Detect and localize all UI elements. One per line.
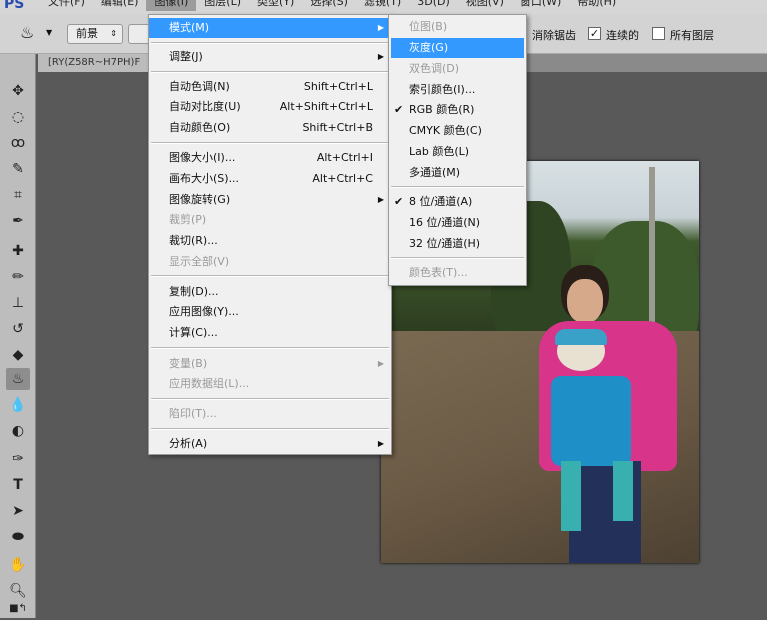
submenu-arrow-icon: ▶ [377, 52, 384, 61]
check-icon: ✔ [394, 195, 404, 208]
color-swap-icon[interactable]: ■↰ [6, 598, 30, 620]
ellipse-tool-icon[interactable]: ⬬ [6, 526, 30, 548]
baby-carrier [551, 376, 631, 466]
hand-tool-icon[interactable]: ✋ [6, 554, 30, 576]
submenu-arrow-icon: ▶ [377, 195, 384, 204]
menu-item-auto-contrast[interactable]: 自动对比度(U) Alt+Shift+Ctrl+L [149, 97, 391, 117]
path-select-tool-icon[interactable]: ➤ [6, 500, 30, 522]
move-tool-icon[interactable]: ✥ [6, 80, 30, 102]
menu-layer[interactable]: 图层(L) [196, 0, 249, 11]
pattern-picker[interactable] [128, 24, 150, 44]
menu-item-duplicate[interactable]: 复制(D)... [149, 282, 391, 302]
menu-select[interactable]: 选择(S) [302, 0, 356, 11]
menu-image[interactable]: 图像(I) [146, 0, 197, 11]
menu-file[interactable]: 文件(F) [40, 0, 93, 11]
mode-rgb-color[interactable]: ✔ RGB 颜色(R) [389, 100, 526, 120]
blur-tool-icon[interactable]: 💧 [6, 394, 30, 416]
menu-item-variables: 变量(B) ▶ [149, 354, 391, 374]
image-menu: 模式(M) ▶ 调整(J) ▶ 自动色调(N) Shift+Ctrl+L 自动对比度(… [148, 14, 392, 455]
menu-item-image-size[interactable]: 图像大小(I)... Alt+Ctrl+I [149, 148, 391, 168]
mode-lab-color[interactable]: Lab 颜色(L) [389, 142, 526, 162]
menu-item-image-rotation[interactable]: 图像旋转(G) ▶ [149, 190, 391, 210]
menu-item-calculations[interactable]: 计算(C)... [149, 323, 391, 343]
baby-leg [561, 461, 581, 531]
check-icon: ✔ [394, 103, 404, 116]
menu-item-auto-color[interactable]: 自动颜色(O) Shift+Ctrl+B [149, 118, 391, 138]
menu-view[interactable]: 视图(V) [458, 0, 512, 11]
mode-indexed-color[interactable]: 索引颜色(I)... [389, 80, 526, 100]
crop-tool-icon[interactable]: ⌗ [6, 184, 30, 206]
eyedropper-tool-icon[interactable]: ✒ [6, 210, 30, 232]
toolbox: ✥ ◌ ꝏ ✎ ⌗ ✒ ✚ ✏ ⊥ ↺ ◆ ♨ 💧 ◐ ✑ T ➤ ⬬ ✋ 🔍︎… [0, 54, 36, 618]
mode-multichannel[interactable]: 多通道(M) [389, 163, 526, 183]
menu-item-reveal-all: 显示全部(V) [169, 255, 230, 268]
brush-tool-icon[interactable]: ✏ [6, 266, 30, 288]
mode-color-table: 颜色表(T)... [409, 266, 468, 279]
mode-cmyk-color[interactable]: CMYK 颜色(C) [389, 121, 526, 141]
all-layers-checkbox[interactable] [652, 27, 665, 40]
pen-tool-icon[interactable]: ✑ [6, 448, 30, 470]
menu-item-apply-data-set: 应用数据组(L)... [169, 377, 250, 390]
contiguous-checkbox[interactable]: ✓ [588, 27, 601, 40]
baby-leg [613, 461, 633, 521]
menu-item-mode[interactable]: 模式(M) ▶ [149, 18, 391, 38]
all-layers-label: 所有图层 [670, 29, 714, 42]
menu-item-apply-image[interactable]: 应用图像(Y)... [149, 302, 391, 322]
submenu-arrow-icon: ▶ [377, 23, 384, 32]
paint-bucket-tool-icon[interactable]: ♨ [6, 368, 30, 390]
menu-item-canvas-size[interactable]: 画布大小(S)... Alt+Ctrl+C [149, 169, 391, 189]
menu-type[interactable]: 类型(Y) [249, 0, 302, 11]
baby-hat [555, 329, 607, 345]
chevron-down-icon[interactable]: ▼ [46, 28, 52, 37]
menu-item-analysis[interactable]: 分析(A) ▶ [149, 434, 391, 454]
stepper-icon: ⇕ [110, 29, 117, 38]
mode-bitmap: 位图(B) [409, 20, 448, 33]
fill-source-value: 前景 [76, 27, 98, 40]
lasso-tool-icon[interactable]: ꝏ [6, 132, 30, 154]
menu-help[interactable]: 帮助(H) [569, 0, 624, 11]
quick-select-tool-icon[interactable]: ✎ [6, 158, 30, 180]
menu-item-trap: 陷印(T)... [169, 407, 217, 420]
menu-edit[interactable]: 编辑(E) [93, 0, 147, 11]
mode-duotone: 双色调(D) [409, 62, 460, 75]
woman-face [567, 279, 603, 323]
menu-bar: PS 文件(F) 编辑(E) 图像(I) 图层(L) 类型(Y) 选择(S) 滤… [0, 0, 767, 14]
menu-item-trim[interactable]: 裁切(R)... [149, 231, 391, 251]
menu-window[interactable]: 窗口(W) [512, 0, 569, 11]
depth-32-bit[interactable]: 32 位/通道(H) [389, 234, 526, 254]
menu-item-auto-tone[interactable]: 自动色调(N) Shift+Ctrl+L [149, 77, 391, 97]
contiguous-label: 连续的 [606, 29, 639, 42]
depth-16-bit[interactable]: 16 位/通道(N) [389, 213, 526, 233]
marquee-tool-icon[interactable]: ◌ [6, 106, 30, 128]
pole [649, 167, 655, 327]
document-tab[interactable]: [RY(Z58R~H7PH)F [38, 54, 158, 72]
paint-bucket-preset-icon[interactable]: ♨ [20, 23, 34, 42]
menu-item-adjustments[interactable]: 调整(J) ▶ [149, 47, 391, 67]
depth-8-bit[interactable]: ✔ 8 位/通道(A) [389, 192, 526, 212]
menu-3d[interactable]: 3D(D) [409, 0, 458, 11]
mode-submenu: 位图(B) 灰度(G) 双色调(D) 索引颜色(I)... ✔ RGB 颜色(R)… [388, 14, 527, 286]
dodge-tool-icon[interactable]: ◐ [6, 420, 30, 442]
menu-filter[interactable]: 滤镜(T) [356, 0, 409, 11]
type-tool-icon[interactable]: T [6, 474, 30, 496]
stamp-tool-icon[interactable]: ⊥ [6, 292, 30, 314]
mode-grayscale[interactable]: 灰度(G) [391, 38, 524, 58]
eraser-tool-icon[interactable]: ◆ [6, 344, 30, 366]
submenu-arrow-icon: ▶ [377, 359, 384, 368]
anti-alias-label[interactable]: 消除锯齿 [532, 27, 576, 43]
history-brush-tool-icon[interactable]: ↺ [6, 318, 30, 340]
submenu-arrow-icon: ▶ [377, 439, 384, 448]
healing-brush-tool-icon[interactable]: ✚ [6, 240, 30, 262]
menu-item-crop: 裁剪(P) [169, 213, 207, 226]
photoshop-logo: PS [4, 0, 25, 12]
fill-source-select[interactable]: 前景 ⇕ [67, 24, 123, 44]
